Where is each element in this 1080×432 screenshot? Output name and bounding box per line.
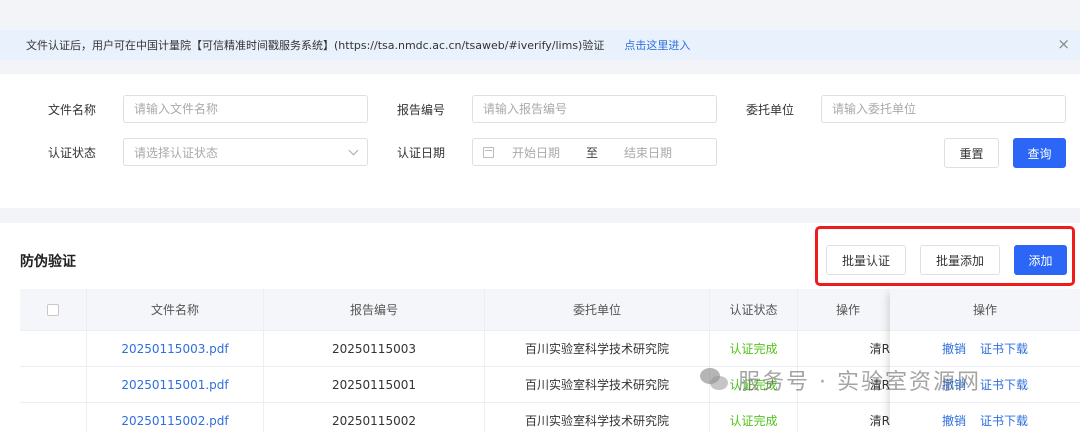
status-cell: 认证完成 xyxy=(710,403,798,432)
report-no-cell: 20250115001 xyxy=(264,367,485,402)
date-separator: 至 xyxy=(586,145,599,160)
start-date-placeholder[interactable]: 开始日期 xyxy=(512,144,560,161)
file-name-input[interactable] xyxy=(123,95,368,123)
client-input[interactable] xyxy=(821,95,1066,123)
reset-button[interactable]: 重置 xyxy=(944,138,999,168)
client-cell: 百川实验室科学技术研究院 xyxy=(485,331,710,366)
notice-link[interactable]: 点击这里进入 xyxy=(624,37,690,53)
row-checkbox-cell xyxy=(20,331,87,366)
select-all-checkbox[interactable] xyxy=(47,303,59,316)
list-panel: 防伪验证 批量认证 批量添加 添加 文件名称 报告编号 委托单位 认证状态 操作… xyxy=(0,223,1080,432)
client-cell: 百川实验室科学技术研究院 xyxy=(485,403,710,432)
row-checkbox-cell xyxy=(20,367,87,402)
chevron-down-icon xyxy=(348,145,359,156)
op-cell: 撤销 证书下载 xyxy=(890,403,1080,432)
revoke-link[interactable]: 撤销 xyxy=(942,412,966,429)
report-no-input[interactable] xyxy=(472,95,717,123)
column-header: 委托单位 xyxy=(485,289,710,330)
watermark: 服务号 · 实验室资源网 xyxy=(700,364,981,396)
notice-text: 文件认证后，用户可在中国计量院【可信精准时间戳服务系统】(https://tsa… xyxy=(26,39,605,52)
column-header: 认证状态 xyxy=(710,289,798,330)
close-icon[interactable]: × xyxy=(1057,36,1070,52)
wechat-icon xyxy=(700,368,730,392)
file-link[interactable]: 20250115001.pdf xyxy=(121,378,228,392)
batch-verify-button[interactable]: 批量认证 xyxy=(826,245,906,275)
report-no-cell: 20250115003 xyxy=(264,331,485,366)
client-label: 委托单位 xyxy=(746,103,795,117)
date-label: 认证日期 xyxy=(397,146,446,160)
end-date-placeholder[interactable]: 结束日期 xyxy=(624,144,672,161)
status-cell: 认证完成 xyxy=(710,331,798,366)
column-header: 操作 xyxy=(890,289,1080,331)
search-button[interactable]: 查询 xyxy=(1013,138,1066,168)
file-link[interactable]: 20250115003.pdf xyxy=(121,342,228,356)
report-no-label: 报告编号 xyxy=(397,103,446,117)
watermark-text: 服务号 · 实验室资源网 xyxy=(738,370,981,395)
status-select-placeholder: 请选择认证状态 xyxy=(134,145,219,160)
top-strip xyxy=(0,0,1080,30)
date-range-picker[interactable]: 开始日期 至 结束日期 xyxy=(472,138,717,166)
report-no-cell: 20250115002 xyxy=(264,403,485,432)
filter-panel: 文件名称 报告编号 委托单位 认证状态 请选择认证状态 认证日期 开始日期 至 … xyxy=(0,74,1080,208)
download-certificate-link[interactable]: 证书下载 xyxy=(980,340,1028,357)
status-label: 认证状态 xyxy=(48,146,97,160)
row-checkbox-cell xyxy=(20,403,87,432)
file-link[interactable]: 20250115002.pdf xyxy=(121,414,228,428)
op-partial-cell: 清R xyxy=(869,414,890,428)
fixed-operations-column: 操作 撤销 证书下载 撤销 证书下载 撤销 证书下载 xyxy=(890,289,1080,432)
file-name-label: 文件名称 xyxy=(48,103,97,117)
op-partial-cell: 清R xyxy=(869,342,890,356)
batch-add-button[interactable]: 批量添加 xyxy=(920,245,1000,275)
calendar-icon xyxy=(483,146,494,158)
client-cell: 百川实验室科学技术研究院 xyxy=(485,367,710,402)
file-name-cell: 20250115001.pdf xyxy=(87,367,264,402)
file-name-cell: 20250115002.pdf xyxy=(87,403,264,432)
notice-bar: 文件认证后，用户可在中国计量院【可信精准时间戳服务系统】(https://tsa… xyxy=(0,30,1080,60)
add-button[interactable]: 添加 xyxy=(1014,245,1067,275)
column-header: 操作 xyxy=(835,303,860,317)
section-title: 防伪验证 xyxy=(20,254,76,270)
column-header: 报告编号 xyxy=(264,289,485,330)
file-name-cell: 20250115003.pdf xyxy=(87,331,264,366)
download-certificate-link[interactable]: 证书下载 xyxy=(980,412,1028,429)
op-cell: 撤销 证书下载 xyxy=(890,331,1080,367)
status-select[interactable]: 请选择认证状态 xyxy=(123,138,368,166)
header-checkbox-cell xyxy=(20,289,87,330)
revoke-link[interactable]: 撤销 xyxy=(942,340,966,357)
download-certificate-link[interactable]: 证书下载 xyxy=(980,376,1028,393)
column-header: 文件名称 xyxy=(87,289,264,330)
